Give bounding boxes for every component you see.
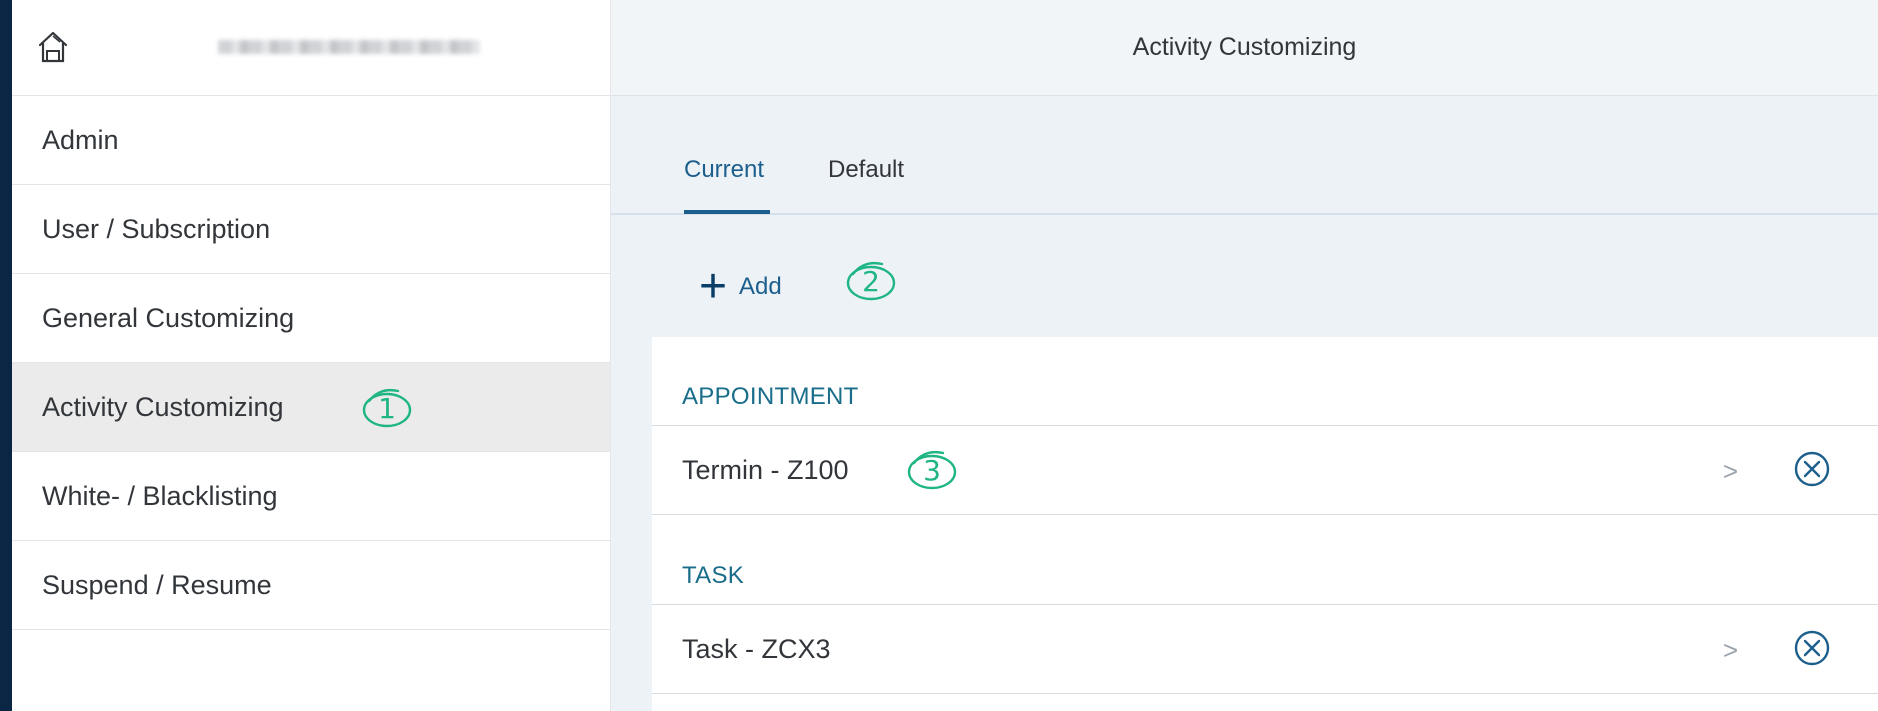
sidebar-item-label: General Customizing (42, 302, 295, 333)
sidebar-item-user-subscription[interactable]: User / Subscription (12, 185, 610, 274)
plus-icon: + (699, 260, 728, 313)
add-button-label: Add (739, 273, 782, 300)
list-item-label: Termin - Z100 (682, 454, 849, 485)
tab-default[interactable]: Default (828, 156, 904, 184)
page-title: Activity Customizing (611, 0, 1878, 96)
annotation-number: 1 (378, 391, 396, 425)
annotation-marker-3: 3 (905, 445, 959, 491)
delete-icon[interactable] (1792, 449, 1832, 489)
sidebar-item-label: Suspend / Resume (42, 569, 272, 600)
active-tab-indicator (684, 210, 770, 214)
group-header-task: TASK (652, 515, 1878, 605)
annotation-marker-2: 2 (844, 256, 898, 302)
annotation-number: 2 (862, 264, 880, 298)
app-frame: Admin User / Subscription General Custom… (12, 0, 1878, 711)
sidebar-item-label: Activity Customizing (42, 391, 284, 422)
sidebar-item-white-blacklisting[interactable]: White- / Blacklisting (12, 452, 610, 541)
tab-current[interactable]: Current (684, 156, 764, 184)
chevron-right-icon[interactable]: > (1723, 456, 1738, 487)
activity-list: APPOINTMENT Termin - Z100 3 > TASK Task … (652, 337, 1878, 711)
delete-icon[interactable] (1792, 628, 1832, 668)
sidebar-item-suspend-resume[interactable]: Suspend / Resume (12, 541, 610, 630)
list-item-label: Task - ZCX3 (682, 633, 831, 664)
sidebar-item-activity-customizing[interactable]: Activity Customizing 1 (12, 363, 610, 452)
chevron-right-icon[interactable]: > (1723, 635, 1738, 666)
tab-bar: Current Default (611, 96, 1878, 215)
sidebar-item-label: White- / Blacklisting (42, 480, 278, 511)
sidebar-item-label: User / Subscription (42, 213, 271, 244)
add-button[interactable]: + Add (699, 260, 782, 313)
sidebar: Admin User / Subscription General Custom… (12, 0, 611, 711)
group-header-appointment: APPOINTMENT (652, 337, 1878, 426)
user-name-redacted (218, 40, 480, 54)
main-panel: Activity Customizing Current Default + A… (611, 0, 1878, 711)
list-item[interactable]: Task - ZCX3 > (652, 605, 1878, 694)
list-item[interactable]: Termin - Z100 3 > (652, 426, 1878, 515)
annotation-marker-1: 1 (360, 383, 414, 429)
home-icon[interactable] (38, 30, 68, 64)
sidebar-header (12, 0, 610, 96)
annotation-number: 3 (923, 453, 941, 487)
sidebar-item-label: Admin (42, 124, 119, 155)
sidebar-item-admin[interactable]: Admin (12, 96, 610, 185)
sidebar-item-general-customizing[interactable]: General Customizing (12, 274, 610, 363)
